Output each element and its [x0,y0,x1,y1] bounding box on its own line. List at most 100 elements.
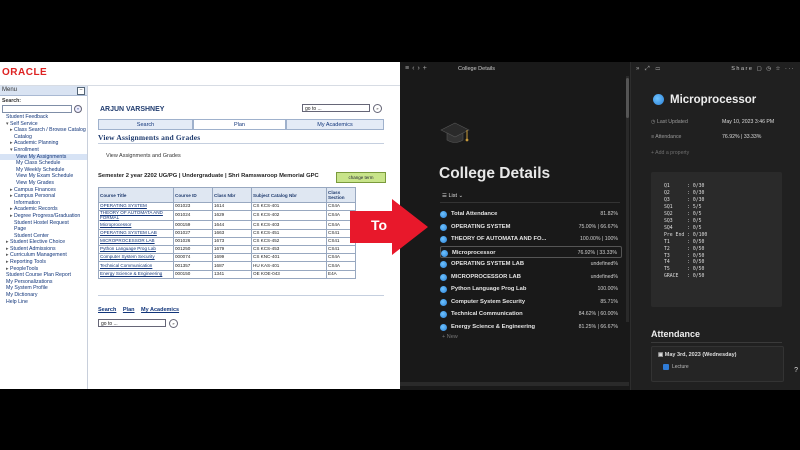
page-title: View Assignments and Grades [98,133,201,142]
expand-icon[interactable]: ⤢ [645,66,652,72]
goto-select-bottom[interactable]: go to ... [98,319,166,327]
add-property-button[interactable]: + Add a property [651,150,689,156]
search-row: » [0,104,87,114]
course-title-link[interactable]: Python Language Prog Lab [98,244,174,255]
attendance-card[interactable]: ▣ May 3rd, 2023 (Wednesday) Lecture [651,346,784,382]
list-item[interactable]: Python Language Prog Lab 100.00% [440,283,622,296]
goto-go-icon[interactable]: » [373,104,382,113]
oracle-content: ARJUN VARSHNEY go to ... » Search Plan M… [92,86,392,389]
menu-item[interactable]: ▸Student Admissions [0,246,87,253]
page-icon [440,236,447,243]
close-peek-icon[interactable]: » [636,66,641,72]
list-item[interactable]: MICROPROCESSOR LAB undefined% [440,271,622,284]
course-title-link[interactable]: Energy Science & Engineering [98,269,174,279]
microprocessor-page-icon [653,94,664,105]
menu-item[interactable]: View My Assignments [0,153,87,161]
menu-item[interactable]: Student Course Plan Report [0,272,87,279]
new-item-button[interactable]: + New [442,334,458,340]
bottom-link-search[interactable]: Search [98,307,116,313]
scrollbar-thumb[interactable] [626,78,629,118]
menu-item[interactable]: ▸Curriculum Management [0,252,87,259]
menu-item-label: Enrollment [14,146,39,153]
list-item-value: 75.00% | 66.67% [578,223,618,230]
list-item[interactable]: Total Attendance 81.82% [440,208,622,221]
page-icon [441,249,448,257]
list-item[interactable]: Technical Communication 84.62% | 60.00% [440,308,622,321]
favorite-icon[interactable]: ☆ [776,66,782,72]
share-button[interactable]: Share [731,66,753,72]
menu-item[interactable]: My System Profile [0,285,87,292]
menu-item[interactable]: ▾Enrollment [0,147,87,154]
menu-item[interactable]: Page [0,226,87,233]
menu-item[interactable]: Student Feedback [0,114,87,121]
list-item[interactable]: OPERATING SYSTEM 75.00% | 66.67% [440,221,622,234]
course-title-link[interactable]: Technical Communication [98,261,174,271]
checkbox-checked-icon[interactable] [663,364,669,370]
menu-item[interactable]: ▸Class Search / Browse Catalog [0,127,87,134]
list-item[interactable]: Energy Science & Engineering 81.25% | 66.… [440,321,622,334]
menu-item[interactable]: My Personalizations [0,279,87,286]
list-item-name: MICROPROCESSOR LAB [451,273,521,280]
goto-select[interactable]: go to ... [302,104,370,112]
list-item[interactable]: OPERATING SYSTEM LAB undefined% [440,258,622,271]
menu-item[interactable]: ▸Degree Progress/Graduation [0,213,87,220]
course-title-link[interactable]: MICROPROCESSOR LAB [98,236,174,246]
peek-controls: » ⤢ ▭ [636,66,662,73]
menu-item[interactable]: ▸Academic Records [0,206,87,213]
search-go-icon[interactable]: » [74,105,82,113]
comment-icon[interactable]: ▢ [756,66,763,72]
view-tab-list[interactable]: ☰ List ⌄ [442,193,463,199]
course-title-link[interactable]: OPERATING SYSTEM LAB [98,228,174,238]
add-icon[interactable]: + [423,65,430,72]
change-term-button[interactable]: change term [336,172,386,183]
course-title-link[interactable]: Computer System Security [98,253,174,263]
menu-item[interactable]: ▸Student Elective Choice [0,239,87,246]
menu-item[interactable]: ▸Academic Planning [0,140,87,147]
list-item[interactable]: Microprocessor 76.92% | 33.33% [440,245,622,258]
collapse-icon[interactable]: – [77,87,85,95]
marks-code-block[interactable]: Q1 : 0/30 Q2 : 0/30 Q3 : 0/30 SQ1 : 5/5 … [651,172,782,307]
layout-icon[interactable]: ▭ [656,66,663,72]
prop-attendance[interactable]: ≡ Attendance 76.92% | 33.33% [651,134,761,140]
bottom-link-my-academics[interactable]: My Academics [141,307,179,313]
menu-item[interactable]: View My Grades [0,180,87,187]
course-title-link[interactable]: Microprocessor [98,220,174,230]
goto-go-icon-bottom[interactable]: » [169,319,178,328]
tab-search[interactable]: Search [98,119,193,129]
course-title-link[interactable]: THEORY OF AUTOMATA AND FORMAL [98,210,174,222]
nav-icons: ≡‹›+ [405,65,430,72]
tab-plan[interactable]: Plan [193,119,286,129]
list-item[interactable]: THEORY OF AUTOMATA AND FO... 100.00% | 10… [440,233,622,246]
oracle-logo: ORACLE [2,67,48,78]
menu-item[interactable]: Help Line [0,299,87,306]
table-header-row: Course Title Course ID Class Nbr Subject… [98,187,356,203]
bottom-link-plan[interactable]: Plan [123,307,135,313]
menu-item[interactable]: ▸Campus Personal [0,193,87,200]
history-icon[interactable]: ◷ [766,66,772,72]
menu-search-input[interactable] [2,105,72,113]
more-icon[interactable]: ··· [785,66,795,72]
menu-item[interactable]: ▸Campus Finances [0,187,87,194]
table-row: OPERATING SYSTEM LAB 001027 1663 CS KCS-451… [98,228,356,238]
menu-item[interactable]: Student Hostel Request [0,220,87,227]
menu-item[interactable]: Student Center [0,233,87,240]
table-cell: CS KCS-403 [251,220,327,230]
graduation-cap-icon [440,122,470,143]
menu-item[interactable]: ▾Self Service [0,121,87,128]
page-icon [440,261,447,268]
tab-my-academics[interactable]: My Academics [286,119,384,129]
horizontal-scrollbar[interactable] [400,382,629,386]
menu-item[interactable]: Information [0,200,87,207]
prop-last-updated[interactable]: ◷ Last Updated May 10, 2023 3:46 PM [651,119,774,125]
menu-item[interactable]: View My Exam Schedule [0,173,87,180]
help-icon[interactable]: ? [794,367,798,374]
list-item[interactable]: Computer System Security 85.71% [440,296,622,309]
menu-item[interactable]: Catalog [0,134,87,141]
menu-item[interactable]: My Class Schedule [0,160,87,167]
menu-items: Student Feedback ▾Self Service ▸Class Sear… [0,114,87,305]
menu-item[interactable]: My Dictionary [0,292,87,299]
menu-item[interactable]: My Weekly Schedule [0,167,87,174]
breadcrumb[interactable]: College Details [458,66,495,72]
menu-item[interactable]: ▸PeopleTools [0,266,87,273]
menu-item[interactable]: ▸Reporting Tools [0,259,87,266]
